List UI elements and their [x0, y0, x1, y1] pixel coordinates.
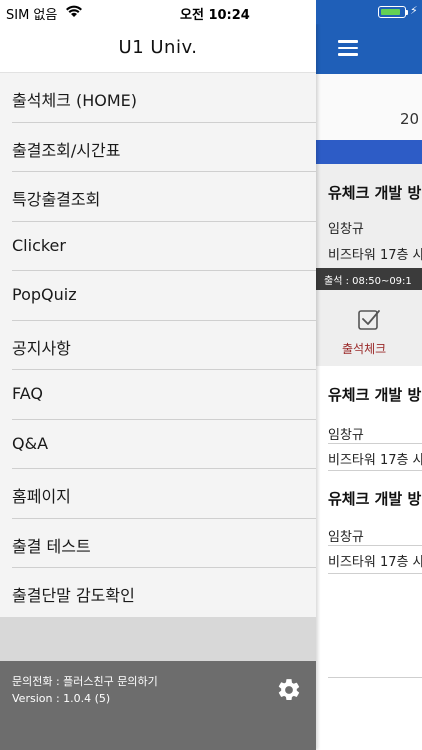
menu-item-label: 출석체크 (HOME) — [12, 91, 137, 110]
course-professor: 임창규 — [328, 530, 364, 545]
app-header — [316, 24, 422, 74]
menu-item-home[interactable]: 출석체크 (HOME) — [0, 73, 316, 123]
date-label: 20 — [400, 110, 420, 128]
course-title: 유체크 개발 방 — [328, 184, 422, 202]
battery-icon — [378, 6, 406, 18]
menu-item-special-lecture[interactable]: 특강출결조회 — [0, 172, 316, 222]
course-title: 유체크 개발 방 — [328, 490, 422, 508]
contact-info[interactable]: 문의전화 : 플러스친구 문의하기 — [12, 673, 158, 689]
divider — [328, 470, 422, 471]
menu-item-popquiz[interactable]: PopQuiz — [0, 271, 316, 321]
check-action-area[interactable]: 출석체크 — [316, 290, 422, 366]
status-bar: SIM 없음 오전 10:24 ⚡ — [0, 0, 422, 24]
date-strip — [316, 74, 422, 140]
menu-item-label: Q&A — [12, 433, 49, 453]
section-bar — [316, 140, 422, 164]
menu-item-label: 출결 테스트 — [12, 536, 91, 556]
menu-item-label: PopQuiz — [12, 285, 77, 304]
menu-item-label: 출결단말 감도확인 — [12, 586, 135, 605]
menu-item-attendance-test[interactable]: 출결 테스트 — [0, 519, 316, 568]
gear-icon[interactable] — [276, 677, 302, 703]
divider — [328, 677, 422, 678]
menu-item-homepage[interactable]: 홈페이지 — [0, 469, 316, 519]
menu-item-clicker[interactable]: Clicker — [0, 222, 316, 271]
menu-item-label: 출결조회/시간표 — [12, 140, 121, 160]
course-room: 비즈타워 17층 사 — [328, 555, 422, 570]
charging-icon: ⚡ — [410, 4, 418, 17]
checkbox-icon — [358, 310, 380, 330]
divider — [328, 545, 422, 546]
menu-item-sensitivity-check[interactable]: 출결단말 감도확인 — [0, 568, 316, 618]
wifi-icon — [66, 5, 82, 17]
hamburger-icon[interactable] — [338, 40, 358, 56]
menu-item-attendance-schedule[interactable]: 출결조회/시간표 — [0, 123, 316, 172]
menu-item-faq[interactable]: FAQ — [0, 370, 316, 420]
version-info: Version : 1.0.4 (5) — [12, 692, 111, 705]
menu-item-label: 공지사항 — [12, 338, 71, 358]
menu-item-label: Clicker — [12, 235, 66, 255]
menu-item-label: 특강출결조회 — [12, 190, 101, 209]
drawer-footer: 문의전화 : 플러스친구 문의하기 Version : 1.0.4 (5) — [0, 661, 316, 750]
course-professor: 임창규 — [328, 222, 364, 237]
menu-item-label: FAQ — [12, 384, 43, 403]
battery-tip — [406, 10, 408, 15]
check-button-label[interactable]: 출석체크 — [342, 340, 386, 357]
divider — [328, 573, 422, 574]
drawer-spacer — [0, 617, 316, 661]
menu-item-notices[interactable]: 공지사항 — [0, 321, 316, 370]
carrier-label: SIM 없음 — [6, 8, 58, 23]
course-card[interactable]: 유체크 개발 방 임창규 비즈타워 17층 사 — [316, 164, 422, 268]
menu-item-qna[interactable]: Q&A — [0, 420, 316, 469]
divider — [328, 443, 422, 444]
drawer-title: U1 Univ. — [118, 37, 198, 58]
drawer-menu: 출석체크 (HOME) 출결조회/시간표 특강출결조회 Clicker PopQ… — [0, 72, 316, 617]
course-title: 유체크 개발 방 — [328, 386, 422, 404]
course-room: 비즈타워 17층 사 — [328, 248, 422, 263]
battery-level — [380, 8, 401, 15]
navigation-drawer: U1 Univ. 출석체크 (HOME) 출결조회/시간표 특강출결조회 Cli… — [0, 24, 316, 750]
attendance-time: 출석 : 08:50~09:1 — [324, 276, 412, 287]
status-time: 오전 10:24 — [180, 8, 250, 23]
course-room: 비즈타워 17층 사 — [328, 453, 422, 468]
menu-item-label: 홈페이지 — [12, 487, 71, 506]
course-professor: 임창규 — [328, 428, 364, 443]
attendance-time-strip: 출석 : 08:50~09:1 — [316, 268, 422, 290]
